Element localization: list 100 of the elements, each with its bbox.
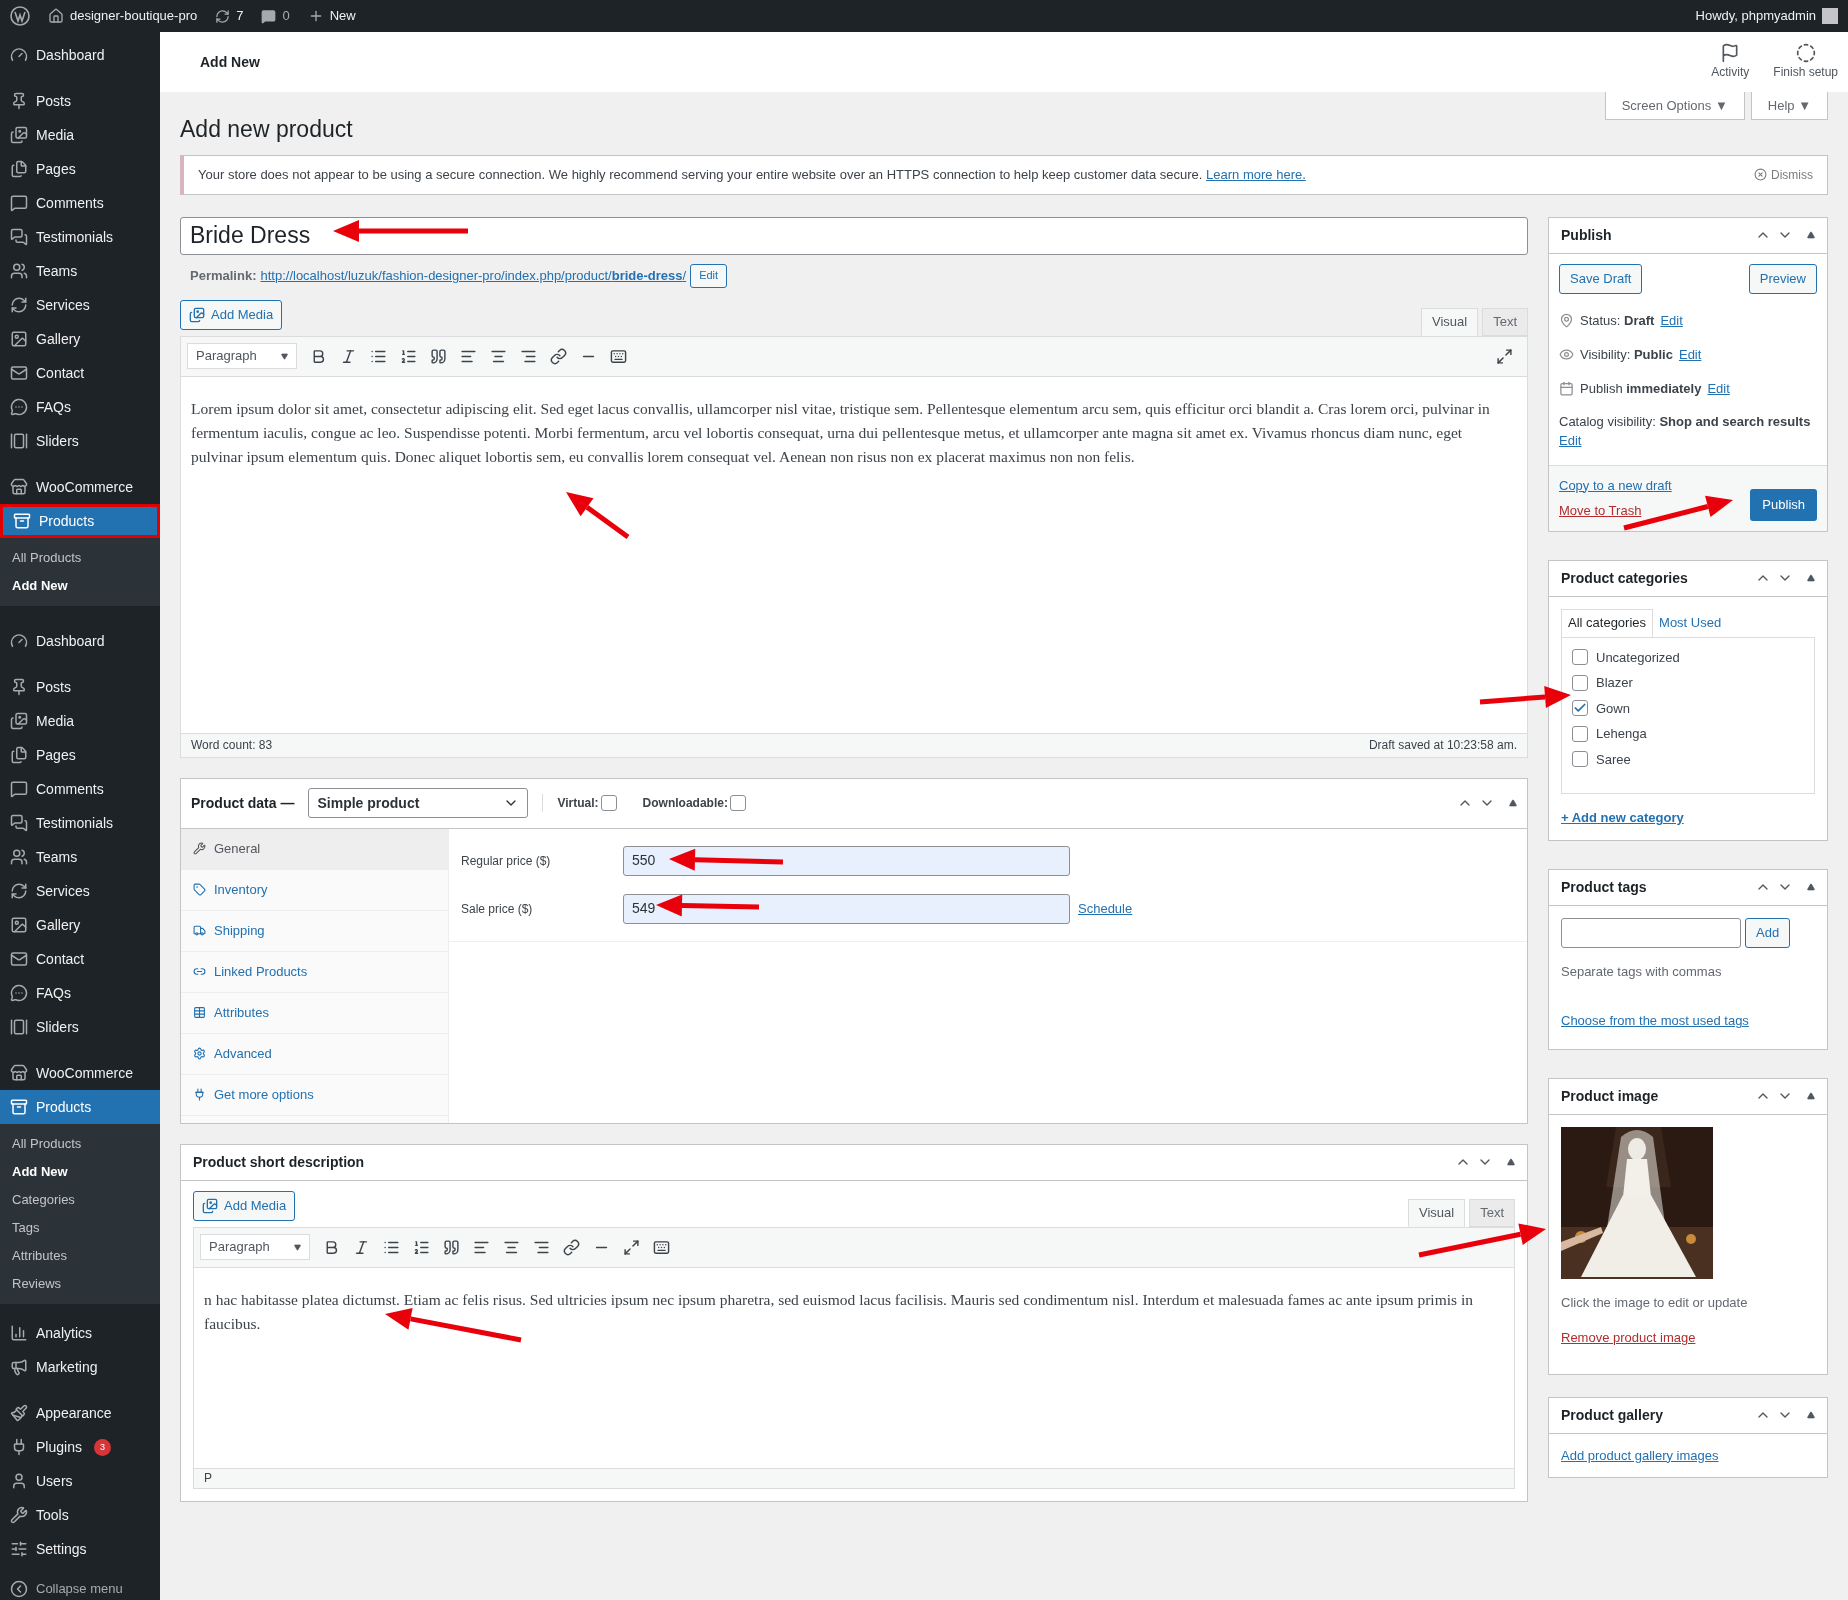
checkbox[interactable] [1572,649,1588,666]
submenu-item[interactable]: Reviews [0,1270,160,1298]
toolbar-toggle-icon[interactable] [610,347,627,365]
collapse-icon[interactable] [1507,1158,1515,1166]
menu-item[interactable]: Comments [0,772,160,806]
format-select[interactable]: Paragraph [187,343,297,369]
product-data-tab[interactable]: Advanced [181,1033,448,1075]
remove-image-link[interactable]: Remove product image [1561,1328,1815,1348]
menu-item[interactable]: Media [0,704,160,738]
checkbox[interactable] [1572,674,1588,691]
wordpress-logo-icon[interactable] [10,6,30,26]
checkbox[interactable] [1572,751,1588,768]
menu-item[interactable]: Gallery [0,322,160,356]
fullscreen-icon[interactable] [623,1238,640,1256]
preview-button[interactable]: Preview [1748,263,1817,294]
menu-item[interactable]: Testimonials [0,806,160,840]
numbered-list-icon[interactable] [400,347,417,365]
add-media-button[interactable]: Add Media [180,299,283,330]
menu-item[interactable]: Sliders [0,424,160,458]
updates-link[interactable]: 7 [215,6,244,26]
menu-item[interactable]: Teams [0,840,160,874]
header-action[interactable]: Activity [1711,43,1750,81]
menu-item[interactable]: Testimonials [0,220,160,254]
learn-more-link[interactable]: Learn more here. [1206,166,1306,182]
menu-item[interactable]: Posts [0,84,160,118]
new-link[interactable]: New [307,6,356,26]
menu-item[interactable]: Settings [0,1532,160,1566]
italic-icon[interactable] [353,1238,370,1256]
menu-item[interactable]: Dashboard [0,38,160,72]
collapse-button[interactable]: Collapse menu [0,1572,160,1600]
fullscreen-icon[interactable] [1496,347,1513,365]
header-action[interactable]: Finish setup [1773,43,1838,81]
menu-item[interactable]: FAQs [0,976,160,1010]
submenu-item[interactable]: Add New [0,1158,160,1186]
dismiss-button[interactable]: Dismiss [1754,165,1813,184]
category-tab[interactable]: All categories [1561,608,1654,637]
menu-item[interactable]: Products [0,1090,160,1124]
menu-item[interactable]: Gallery [0,908,160,942]
collapse-icon[interactable] [1807,1092,1815,1100]
menu-item[interactable]: Services [0,288,160,322]
menu-item[interactable]: Pages [0,738,160,772]
menu-item[interactable]: Marketing [0,1350,160,1384]
virtual-option[interactable]: Virtual: [557,794,617,812]
add-category-link[interactable]: + Add new category [1561,808,1815,828]
copy-draft-link[interactable]: Copy to a new draft [1559,475,1672,495]
link-icon[interactable] [563,1238,580,1256]
checkbox[interactable] [729,795,746,811]
menu-item[interactable]: Plugins 3 [0,1430,160,1464]
product-data-tab[interactable]: Inventory [181,869,448,911]
product-data-tab[interactable]: Get more options [181,1074,448,1116]
italic-icon[interactable] [340,347,357,365]
edit-link[interactable]: Edit [1678,344,1702,365]
editor-tab[interactable]: Text [1469,1198,1515,1227]
submenu-item[interactable]: Categories [0,1186,160,1214]
collapse-icon[interactable] [1807,883,1815,891]
add-gallery-link[interactable]: Add product gallery images [1561,1447,1719,1463]
menu-item[interactable]: Contact [0,942,160,976]
add-media-button[interactable]: Add Media [193,1190,296,1221]
collapse-icon[interactable] [1509,799,1517,807]
save-draft-button[interactable]: Save Draft [1559,263,1643,294]
numbered-list-icon[interactable] [413,1238,430,1256]
price-field[interactable]: 549 [623,893,1070,924]
submenu-item[interactable]: Attributes [0,1242,160,1270]
submenu-item[interactable]: Add New [0,572,160,600]
tag-input[interactable] [1561,917,1741,948]
menu-item[interactable]: Services [0,874,160,908]
editor-content[interactable]: Lorem ipsum dolor sit amet, consectetur adipiscing elit. Sed eget lacus convallis, ullamcorper nisl vitae, tristique sem. Pellentesque elementum arcu sem, quis efficitur orci blandit a. Cras lorem orci, pulvinar in fermentum iaculis, congue ac leo. Suspendisse potenti. Morbi fermentum, arcu vel lobortis consequat, urna dui pellentesque metus, et ullamcorper ante magna sit amet ex. Vivamus rhoncus diam nunc, eget pulvinar ipsum elementum quis. Donec aliquet lobortis sem, eu convallis lorem consequat vel. Aenean non risus non ex placerat maximus non non felis. [191,396,1517,469]
checkbox[interactable] [1572,725,1588,742]
menu-item[interactable]: Media [0,118,160,152]
menu-item[interactable]: Products [0,504,160,538]
schedule-link[interactable]: Schedule [1078,898,1133,919]
format-select[interactable]: Paragraph [200,1234,310,1260]
menu-item[interactable]: Comments [0,186,160,220]
collapse-icon[interactable] [1807,231,1815,239]
menu-item[interactable]: Dashboard [0,624,160,658]
title-field[interactable]: Bride Dress [180,216,1528,255]
link-icon[interactable] [550,347,567,365]
product-data-tab[interactable]: Shipping [181,910,448,952]
collapse-icon[interactable] [1807,1411,1815,1419]
trash-link[interactable]: Move to Trash [1559,501,1672,521]
product-data-tab[interactable]: Attributes [181,992,448,1034]
submenu-item[interactable]: All Products [0,1130,160,1158]
submenu-item[interactable]: Tags [0,1214,160,1242]
downloadable-option[interactable]: Downloadable: [642,794,746,812]
edit-permalink-button[interactable]: Edit [690,263,728,288]
quote-icon[interactable] [430,347,447,365]
account-link[interactable]: Howdy, phpmyadmin [1695,6,1838,26]
comments-link[interactable]: 0 [261,6,290,26]
menu-item[interactable]: WooCommerce [0,1056,160,1090]
collapse-icon[interactable] [1807,574,1815,582]
menu-item[interactable]: Sliders [0,1010,160,1044]
edit-link[interactable]: Edit [1559,433,1582,448]
checkbox[interactable] [1572,700,1588,717]
editor-content[interactable]: n hac habitasse platea dictumst. Etiam ac felis risus. Sed ultricies ipsum nec ipsum pharetra, sed euismod lacus facilisis. Mauris sed condimentum nisl. Interdum et malesuada fames ac ante ipsum primis in faucibus. [204,1287,1504,1336]
product-data-tab[interactable]: Linked Products [181,951,448,993]
toolbar-toggle-icon[interactable] [653,1238,670,1256]
menu-item[interactable]: WooCommerce [0,470,160,504]
most-used-tags-link[interactable]: Choose from the most used tags [1561,1011,1815,1031]
publish-button[interactable]: Publish [1750,488,1817,521]
product-type-select[interactable]: Simple product [308,788,529,818]
